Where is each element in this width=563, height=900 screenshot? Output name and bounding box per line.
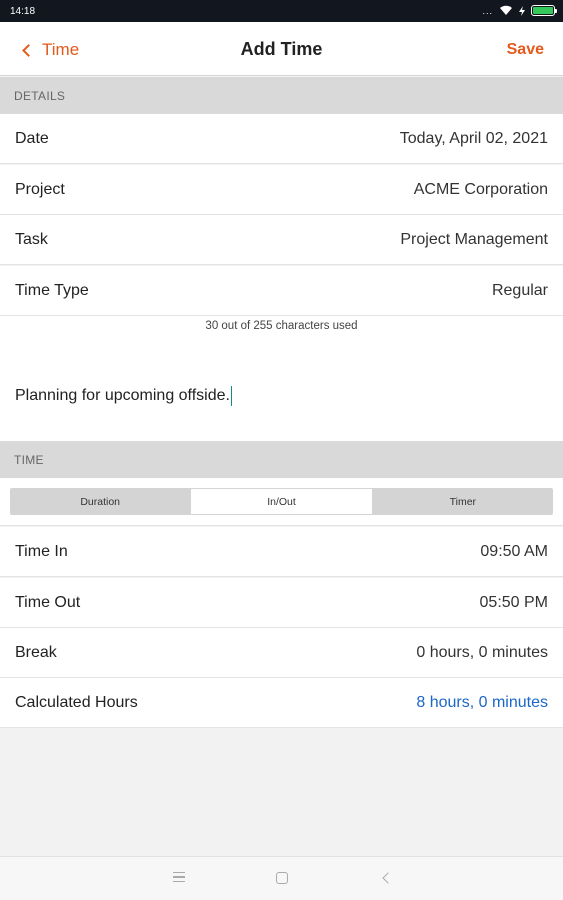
- segment-in-out[interactable]: In/Out: [190, 488, 373, 515]
- details-section-header: DETAILS: [0, 77, 563, 114]
- date-value: Today, April 02, 2021: [399, 129, 548, 147]
- segment-duration[interactable]: Duration: [10, 488, 190, 515]
- battery-icon: [531, 5, 557, 16]
- time-type-label: Time Type: [15, 281, 89, 299]
- page-title: Add Time: [240, 39, 323, 59]
- break-row[interactable]: Break 0 hours, 0 minutes: [0, 628, 563, 678]
- calculated-hours-label: Calculated Hours: [15, 693, 138, 711]
- segment-timer[interactable]: Timer: [373, 488, 553, 515]
- date-label: Date: [15, 129, 49, 147]
- notes-text[interactable]: Planning for upcoming offside.: [15, 386, 233, 406]
- time-out-value: 05:50 PM: [479, 593, 548, 611]
- save-button[interactable]: Save: [507, 41, 544, 59]
- time-out-label: Time Out: [15, 593, 81, 611]
- wifi-icon: [500, 5, 512, 15]
- chevron-left-icon: [22, 44, 35, 57]
- time-section-header: TIME: [0, 441, 563, 478]
- calculated-hours-row: Calculated Hours 8 hours, 0 minutes: [0, 678, 563, 728]
- break-label: Break: [15, 643, 57, 661]
- project-value: ACME Corporation: [413, 180, 548, 198]
- time-mode-segmented-control: Duration In/Out Timer: [10, 488, 553, 515]
- status-icons: ...: [482, 5, 557, 16]
- back-icon[interactable]: [382, 872, 394, 884]
- back-button[interactable]: Time: [22, 40, 80, 60]
- time-out-row[interactable]: Time Out 05:50 PM: [0, 578, 563, 628]
- status-time: 14:18: [10, 6, 36, 17]
- task-value: Project Management: [400, 230, 548, 248]
- task-row[interactable]: Task Project Management: [0, 215, 563, 265]
- break-value: 0 hours, 0 minutes: [416, 643, 548, 661]
- text-caret: [230, 386, 233, 406]
- home-icon[interactable]: [276, 872, 288, 884]
- status-bar: 14:18 ...: [0, 0, 563, 22]
- project-label: Project: [15, 180, 65, 198]
- system-nav-bar: [0, 856, 563, 900]
- time-in-value: 09:50 AM: [480, 542, 548, 560]
- time-type-row[interactable]: Time Type Regular: [0, 266, 563, 316]
- time-in-label: Time In: [15, 542, 68, 560]
- date-row[interactable]: Date Today, April 02, 2021: [0, 114, 563, 164]
- nav-bar: Time Add Time Save: [0, 22, 563, 76]
- time-type-value: Regular: [491, 281, 548, 299]
- task-label: Task: [15, 230, 48, 248]
- menu-icon[interactable]: [173, 872, 185, 882]
- bolt-icon: [519, 5, 525, 16]
- project-row[interactable]: Project ACME Corporation: [0, 165, 563, 215]
- time-in-row[interactable]: Time In 09:50 AM: [0, 527, 563, 577]
- char-count: 30 out of 255 characters used: [205, 320, 358, 332]
- notes-field[interactable]: [0, 316, 563, 441]
- status-dots: ...: [482, 5, 493, 16]
- calculated-hours-value: 8 hours, 0 minutes: [416, 693, 548, 711]
- back-label: Time: [42, 40, 80, 59]
